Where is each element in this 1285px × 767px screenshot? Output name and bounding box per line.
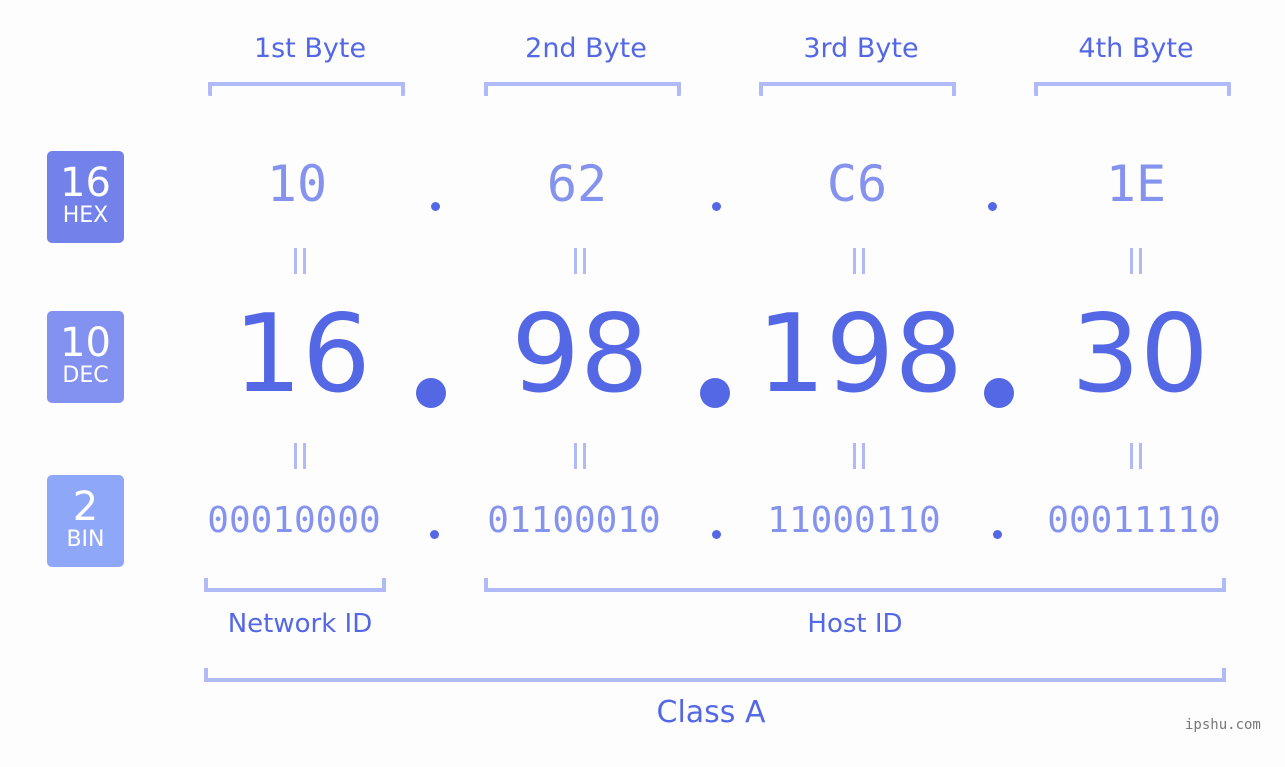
network-id-bracket bbox=[204, 578, 386, 592]
byte-bracket-2 bbox=[484, 82, 681, 96]
host-id-bracket bbox=[484, 578, 1226, 592]
bin-separator-dot bbox=[712, 530, 721, 539]
watermark: ipshu.com bbox=[1185, 717, 1261, 733]
dec-badge-label: DEC bbox=[62, 363, 109, 388]
bin-badge-label: BIN bbox=[66, 527, 105, 552]
hex-separator-dot bbox=[712, 202, 721, 211]
hex-value-4: 1E bbox=[1105, 155, 1167, 213]
bin-separator-dot bbox=[993, 530, 1002, 539]
hex-value-2: 62 bbox=[546, 155, 608, 213]
hex-badge-base: 16 bbox=[60, 160, 111, 206]
hex-separator-dot bbox=[988, 202, 997, 211]
bin-badge: 2 BIN bbox=[47, 475, 124, 567]
byte-header-1: 1st Byte bbox=[253, 33, 367, 64]
hex-badge: 16 HEX bbox=[47, 151, 124, 243]
network-id-label: Network ID bbox=[227, 609, 373, 639]
equals-sign bbox=[292, 248, 308, 274]
bin-badge-base: 2 bbox=[72, 484, 99, 530]
byte-bracket-1 bbox=[208, 82, 405, 96]
bin-value-4: 00011110 bbox=[1047, 500, 1221, 541]
dec-value-2: 98 bbox=[511, 292, 649, 417]
dec-value-4: 30 bbox=[1071, 292, 1209, 417]
dec-value-3: 198 bbox=[756, 292, 964, 417]
hex-value-1: 10 bbox=[266, 155, 328, 213]
hex-value-3: C6 bbox=[826, 155, 888, 213]
dec-separator-dot bbox=[984, 378, 1014, 408]
byte-bracket-3 bbox=[759, 82, 956, 96]
equals-sign bbox=[851, 443, 867, 469]
equals-sign bbox=[572, 248, 588, 274]
dec-separator-dot bbox=[416, 378, 446, 408]
bin-value-1: 00010000 bbox=[207, 500, 381, 541]
byte-bracket-4 bbox=[1034, 82, 1231, 96]
class-label: Class A bbox=[656, 695, 766, 730]
class-bracket bbox=[204, 668, 1226, 682]
byte-header-3: 3rd Byte bbox=[803, 33, 919, 64]
host-id-label: Host ID bbox=[807, 609, 903, 639]
equals-sign bbox=[1128, 443, 1144, 469]
dec-badge: 10 DEC bbox=[47, 311, 124, 403]
hex-badge-label: HEX bbox=[62, 203, 109, 228]
dec-value-1: 16 bbox=[233, 292, 371, 417]
bin-value-2: 01100010 bbox=[487, 500, 661, 541]
bin-separator-dot bbox=[430, 530, 439, 539]
dec-separator-dot bbox=[700, 378, 730, 408]
bin-value-3: 11000110 bbox=[767, 500, 941, 541]
byte-header-4: 4th Byte bbox=[1078, 33, 1194, 64]
equals-sign bbox=[1128, 248, 1144, 274]
equals-sign bbox=[851, 248, 867, 274]
hex-separator-dot bbox=[431, 202, 440, 211]
byte-header-2: 2nd Byte bbox=[525, 33, 647, 64]
equals-sign bbox=[572, 443, 588, 469]
dec-badge-base: 10 bbox=[60, 320, 111, 366]
equals-sign bbox=[292, 443, 308, 469]
